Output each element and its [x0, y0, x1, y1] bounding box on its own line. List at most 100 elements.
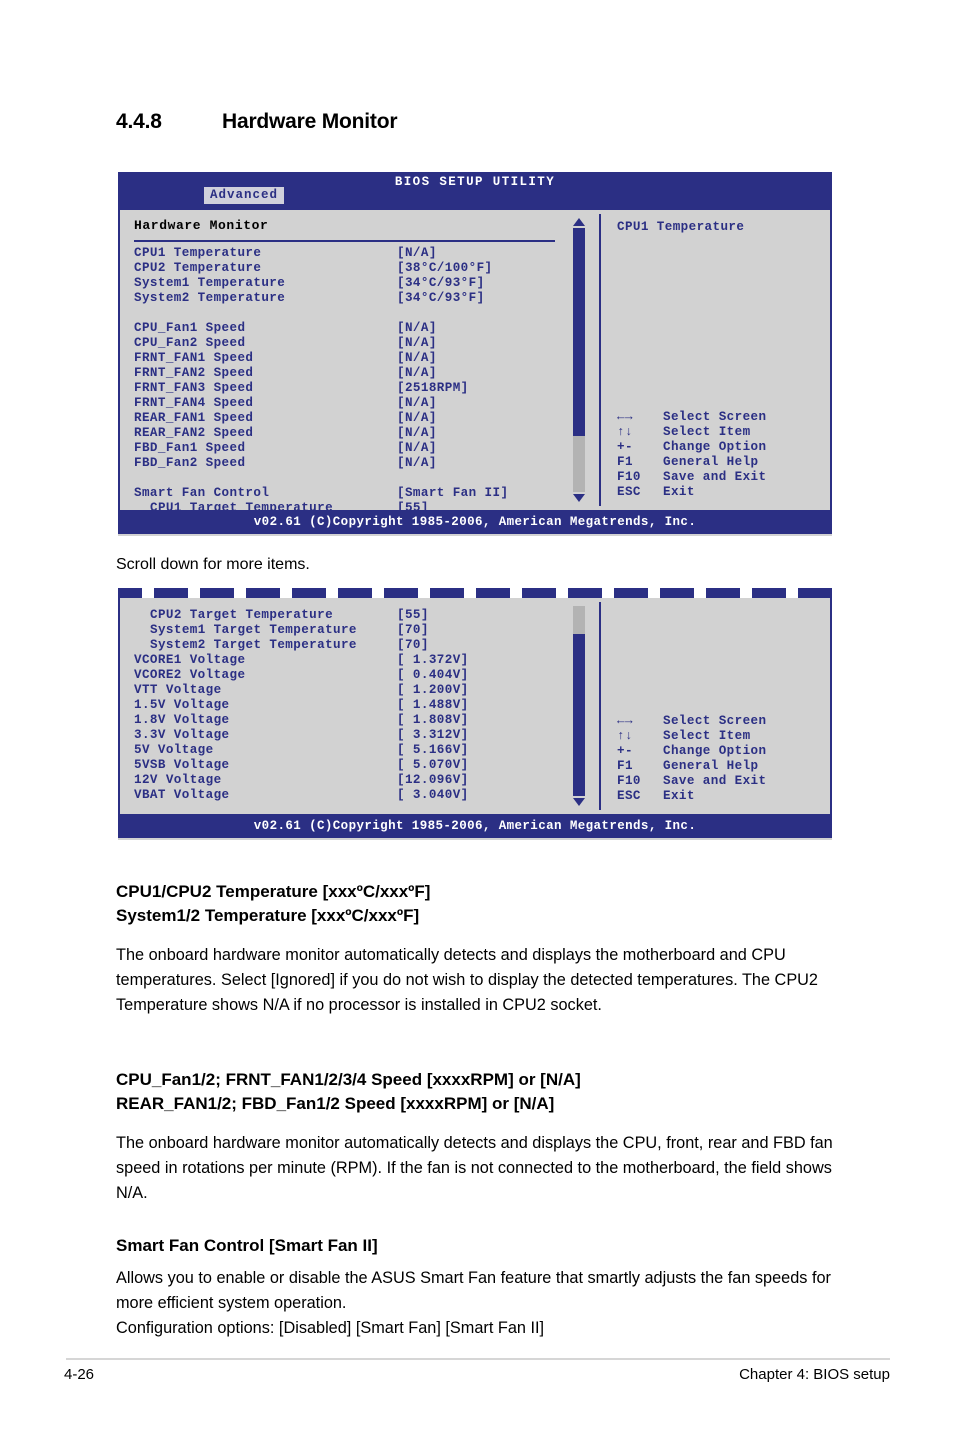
- setting-label: FRNT_FAN1 Speed: [134, 351, 254, 365]
- setting-label: System2 Temperature: [134, 291, 286, 305]
- paragraph-smart-fan-line2: Configuration options: [Disabled] [Smart…: [116, 1319, 545, 1337]
- setting-row[interactable]: 12V Voltage [12.096V]: [134, 773, 559, 788]
- setting-value: [N/A]: [397, 441, 437, 455]
- settings-pane-title: Hardware Monitor: [134, 218, 269, 233]
- bios-screen-hardware-monitor-continued: CPU2 Target Temperature [55] System1 Targe…: [118, 588, 832, 840]
- scrollbar-thumb[interactable]: [573, 228, 585, 436]
- setting-value: [N/A]: [397, 366, 437, 380]
- setting-value: [34°C/93°F]: [397, 291, 485, 305]
- scroll-up-arrow-icon[interactable]: [573, 218, 585, 226]
- setting-row[interactable]: VBAT Voltage [ 3.040V]: [134, 788, 559, 803]
- legend-description: Save and Exit: [663, 470, 767, 484]
- setting-row[interactable]: FBD_Fan2 Speed [N/A]: [134, 456, 559, 471]
- setting-label: 3.3V Voltage: [134, 728, 230, 742]
- setting-row[interactable]: 5VSB Voltage [ 5.070V]: [134, 758, 559, 773]
- setting-value: [N/A]: [397, 336, 437, 350]
- legend-description: Exit: [663, 789, 695, 803]
- paragraph-temperature: The onboard hardware monitor automatical…: [116, 946, 818, 1014]
- bios-body: CPU2 Target Temperature [55] System1 Targe…: [118, 598, 832, 814]
- scroll-down-arrow-icon[interactable]: [573, 494, 585, 502]
- setting-row[interactable]: FRNT_FAN2 Speed [N/A]: [134, 366, 559, 381]
- setting-row[interactable]: Smart Fan Control [Smart Fan II]: [134, 486, 559, 501]
- setting-row[interactable]: System1 Target Temperature [70]: [134, 623, 559, 638]
- setting-row[interactable]: VCORE1 Voltage [ 1.372V]: [134, 653, 559, 668]
- setting-row[interactable]: VCORE2 Voltage [ 0.404V]: [134, 668, 559, 683]
- setting-row[interactable]: REAR_FAN1 Speed [N/A]: [134, 411, 559, 426]
- legend-key: F10: [617, 470, 641, 484]
- setting-row[interactable]: CPU_Fan1 Speed [N/A]: [134, 321, 559, 336]
- setting-row[interactable]: 1.8V Voltage [ 1.808V]: [134, 713, 559, 728]
- legend-key: F10: [617, 774, 641, 788]
- bios-titlebar: BIOS SETUP UTILITY Advanced: [118, 172, 832, 208]
- setting-label: FBD_Fan1 Speed: [134, 441, 246, 455]
- legend-key: ESC: [617, 485, 641, 499]
- legend-description: Save and Exit: [663, 774, 767, 788]
- setting-label: 12V Voltage: [134, 773, 222, 787]
- setting-label: VCORE1 Voltage: [134, 653, 246, 667]
- setting-row[interactable]: FBD_Fan1 Speed [N/A]: [134, 441, 559, 456]
- setting-label: 1.8V Voltage: [134, 713, 230, 727]
- page-title: 4.4.8 Hardware Monitor: [116, 110, 856, 134]
- page-number: 4-26: [64, 1366, 95, 1383]
- legend-description: Change Option: [663, 744, 767, 758]
- setting-row[interactable]: System2 Target Temperature [70]: [134, 638, 559, 653]
- setting-row[interactable]: REAR_FAN2 Speed [N/A]: [134, 426, 559, 441]
- bios-footer: v02.61 (C)Copyright 1985-2006, American …: [118, 814, 832, 838]
- setting-row[interactable]: 3.3V Voltage [ 3.312V]: [134, 728, 559, 743]
- setting-value: [ 1.372V]: [397, 653, 469, 667]
- setting-value: [Smart Fan II]: [397, 486, 509, 500]
- heading-fan-speed-line2: REAR_FAN1/2; FBD_Fan1/2 Speed [xxxxRPM] …: [116, 1094, 555, 1113]
- bios-screen-hardware-monitor: BIOS SETUP UTILITY Advanced Hardware Mon…: [118, 172, 832, 536]
- scrollbar-vertical[interactable]: [573, 218, 585, 502]
- heading-temperature-line1: CPU1/CPU2 Temperature [xxxºC/xxxºF]: [116, 882, 431, 901]
- heading-fan-speed-line1: CPU_Fan1/2; FRNT_FAN1/2/3/4 Speed [xxxxR…: [116, 1070, 581, 1089]
- setting-value: [N/A]: [397, 456, 437, 470]
- legend-key: ↑↓: [617, 425, 633, 439]
- setting-value: [38°C/100°F]: [397, 261, 493, 275]
- bios-screen-cut-edge: [118, 588, 832, 598]
- setting-row[interactable]: System2 Temperature [34°C/93°F]: [134, 291, 559, 306]
- setting-value: [70]: [397, 638, 429, 652]
- setting-row[interactable]: 1.5V Voltage [ 1.488V]: [134, 698, 559, 713]
- settings-pane: Hardware Monitor CPU1 Temperature [N/A] CP…: [120, 210, 599, 515]
- scroll-note: Scroll down for more items.: [116, 556, 310, 573]
- setting-row[interactable]: System1 Temperature [34°C/93°F]: [134, 276, 559, 291]
- setting-value: [ 3.040V]: [397, 788, 469, 802]
- legend-key: ↑↓: [617, 729, 633, 743]
- scrollbar-vertical[interactable]: [573, 606, 585, 806]
- scrollbar-thumb[interactable]: [573, 634, 585, 796]
- setting-row[interactable]: CPU_Fan2 Speed [N/A]: [134, 336, 559, 351]
- setting-row[interactable]: FRNT_FAN1 Speed [N/A]: [134, 351, 559, 366]
- setting-value: [ 5.166V]: [397, 743, 469, 757]
- tab-advanced[interactable]: Advanced: [204, 187, 285, 204]
- setting-value: [55]: [397, 608, 429, 622]
- legend-key: +-: [617, 440, 633, 454]
- setting-row[interactable]: CPU2 Temperature [38°C/100°F]: [134, 261, 559, 276]
- setting-label: CPU_Fan1 Speed: [134, 321, 246, 335]
- setting-label: CPU_Fan2 Speed: [134, 336, 246, 350]
- setting-value: [N/A]: [397, 411, 437, 425]
- section-title: Hardware Monitor: [222, 110, 398, 133]
- setting-label: CPU2 Target Temperature: [150, 608, 334, 622]
- setting-value: [ 3.312V]: [397, 728, 469, 742]
- setting-row[interactable]: VTT Voltage [ 1.200V]: [134, 683, 559, 698]
- setting-row[interactable]: FRNT_FAN4 Speed [N/A]: [134, 396, 559, 411]
- setting-row[interactable]: 5V Voltage [ 5.166V]: [134, 743, 559, 758]
- help-pane: ←→ Select Screen ↑↓ Select Item +- Change Opt…: [601, 598, 830, 814]
- setting-row[interactable]: CPU2 Target Temperature [55]: [134, 608, 559, 623]
- setting-row[interactable]: FRNT_FAN3 Speed [2518RPM]: [134, 381, 559, 396]
- setting-value: [ 5.070V]: [397, 758, 469, 772]
- setting-value: [N/A]: [397, 246, 437, 260]
- heading-temperature: CPU1/CPU2 Temperature [xxxºC/xxxºF] Syst…: [116, 880, 856, 928]
- legend-description: Select Item: [663, 729, 751, 743]
- manual-page: 4.4.8 Hardware Monitor BIOS SETUP UTILITY…: [0, 0, 954, 1438]
- scroll-down-arrow-icon[interactable]: [573, 798, 585, 806]
- paragraph-fan-speed: The onboard hardware monitor automatical…: [116, 1134, 833, 1202]
- bios-body: Hardware Monitor CPU1 Temperature [N/A] CP…: [118, 208, 832, 515]
- row-spacer: [134, 306, 559, 321]
- legend-description: General Help: [663, 759, 759, 773]
- setting-value: [N/A]: [397, 396, 437, 410]
- setting-label: System2 Target Temperature: [150, 638, 357, 652]
- help-title: CPU1 Temperature: [617, 220, 745, 234]
- setting-row[interactable]: CPU1 Temperature [N/A]: [134, 246, 559, 261]
